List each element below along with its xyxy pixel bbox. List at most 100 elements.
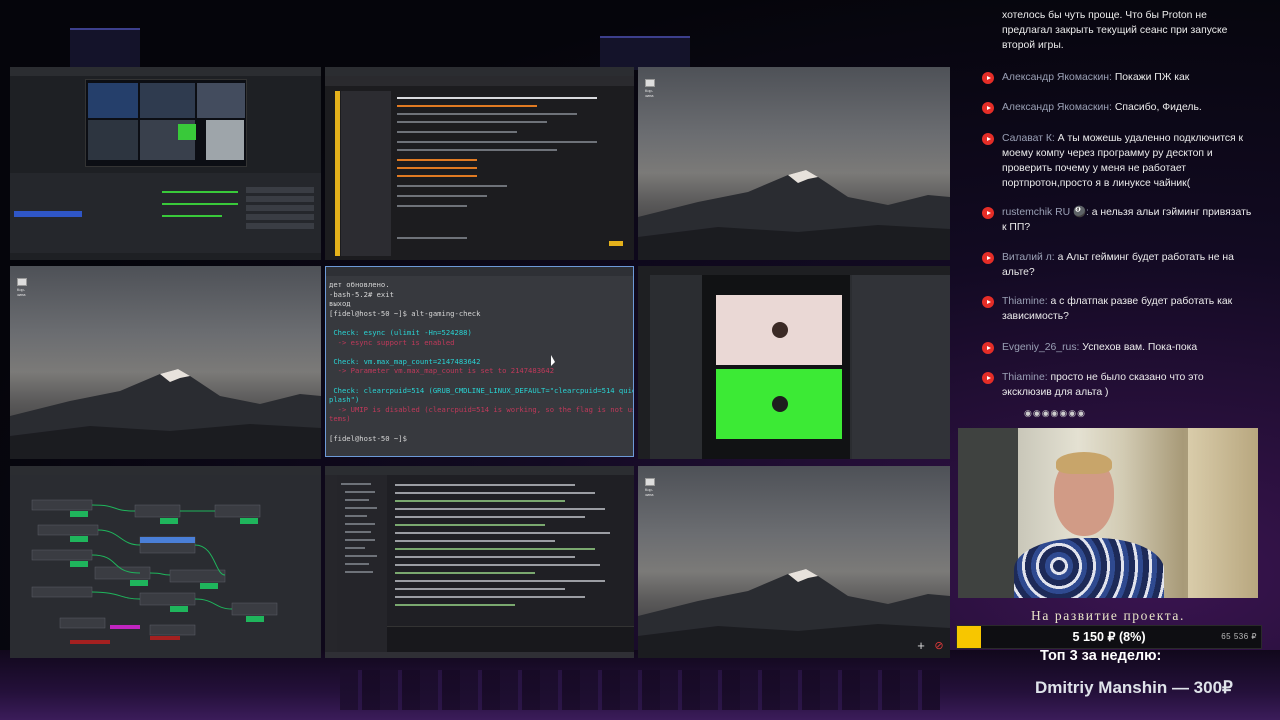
trash-icon[interactable]: Кор-зина: [645, 79, 657, 98]
chat-text: хотелось бы чуть проще. Что бы Proton не…: [1002, 10, 1228, 51]
chat-message-body: Thiamine: просто не было сказано что это…: [1002, 370, 1252, 400]
donation-goal-title: На развитие проекта.: [1031, 608, 1185, 623]
chat-author: Thiamine:: [1002, 372, 1051, 383]
chat-message: Виталий л: а Альт гейминг будет работать…: [982, 250, 1252, 280]
window-titlebar: [325, 67, 634, 76]
discord-chat: [852, 275, 950, 459]
chat-message: Александр Якомаскин: Покажи ПЖ как: [982, 70, 1252, 85]
discord-server-list: [638, 275, 650, 459]
webcam-feed: [958, 428, 1258, 598]
terminal-line: -> Parameter vm.max_map_count is set to …: [329, 366, 555, 376]
channel-logo: ◉◉◉◉◉◉◉: [1024, 408, 1086, 418]
terminal-line: -> UMIP is disabled (clearcpuid=514 is w…: [329, 404, 634, 414]
youtube-icon: [982, 296, 994, 308]
chat-author: Александр Якомаскин:: [1002, 72, 1115, 83]
chat-message-body: Thiamine: а с флатпак разве будет работа…: [1002, 294, 1252, 324]
trash-icon[interactable]: Кор-зина: [645, 478, 657, 497]
chat-message: Thiamine: просто не было сказано что это…: [982, 370, 1252, 400]
chat-text: Спасибо, Фидель.: [1114, 102, 1202, 113]
mountain-wallpaper: [638, 170, 950, 260]
chat-message-body: Салават К: А ты можешь удаленно подключи…: [1002, 131, 1252, 191]
skyline-building: [70, 28, 140, 68]
top-donors-heading: Топ 3 за неделю:: [1040, 648, 1162, 664]
live-chat: хотелось бы чуть проще. Что бы Proton не…: [974, 0, 1264, 420]
youtube-icon: [982, 133, 994, 145]
youtube-icon: [982, 342, 994, 354]
terminal-line: -> esync support is enabled: [329, 337, 455, 347]
chat-author: Александр Якомаскин:: [1002, 102, 1115, 113]
terminal-line: [fidel@host-50 ~]$ alt-gaming-check: [329, 308, 481, 318]
terminal-line: tems): [329, 414, 351, 424]
trash-icon[interactable]: Кор-зина: [17, 278, 29, 297]
obs-docks: [10, 173, 321, 253]
terminal-line: Check: vm.max_map_count=2147483642: [329, 356, 481, 366]
voice-participant: [716, 295, 842, 365]
window-titlebar: [325, 466, 634, 475]
chat-message: Thiamine: а с флатпак разве будет работа…: [982, 294, 1252, 324]
chat-message-body: rustemchik RU 🎱: а нельзя альи гэйминг п…: [1002, 205, 1252, 235]
remove-desktop-icon[interactable]: ⊘: [932, 639, 946, 653]
donation-amount: 5 150 ₽ (8%): [1072, 630, 1146, 644]
window-titlebar: [10, 67, 321, 76]
browser-sidebar-accent: [335, 91, 340, 256]
terminal-line: Check: clearcpuid=514 (GRUB_CMDLINE_LINU…: [329, 385, 634, 395]
chat-message-body: Виталий л: а Альт гейминг будет работать…: [1002, 250, 1252, 280]
skyline-building: [600, 36, 690, 70]
desktop-preview-empty[interactable]: Кор-зина: [10, 266, 321, 459]
desktop-preview-node-editor[interactable]: [10, 466, 321, 658]
chat-message-body: Evgeniy_26_rus: Успехов вам. Пока-пока: [1002, 340, 1252, 355]
terminal-line: дет обновлено.: [329, 280, 390, 289]
terminal-line: Check: esync (ulimit -Hn=524288): [329, 327, 472, 337]
top-donor-entry: Dmitriy Manshin — 300₽: [1035, 678, 1233, 697]
terminal-output[interactable]: дет обновлено. -bash-5.2# exit выход [fidel…: [326, 276, 633, 447]
desktop-preview-discord[interactable]: [638, 266, 950, 459]
virtual-desktops-grid: Кор-зина Кор-зина дет обновлено. -bash-5.…: [10, 67, 950, 658]
node-graph: [31, 499, 278, 644]
mountain-wallpaper: [638, 569, 950, 658]
desktop-preview-obs[interactable]: [10, 67, 321, 260]
terminal-line: выход: [329, 299, 351, 309]
chat-text: Покажи ПЖ как: [1114, 72, 1190, 83]
desktop-preview-code-editor[interactable]: [325, 466, 634, 658]
obs-preview-canvas: [85, 79, 247, 167]
chat-message: rustemchik RU 🎱: а нельзя альи гэйминг п…: [982, 205, 1252, 235]
donation-progress-bar: 5 150 ₽ (8%) 65 536 ₽: [956, 625, 1262, 649]
mountain-wallpaper: [10, 369, 321, 459]
youtube-icon: [982, 372, 994, 384]
chat-message: Evgeniy_26_rus: Успехов вам. Пока-пока: [982, 340, 1252, 355]
discord-channel-list: [650, 275, 700, 459]
chat-message-body: хотелось бы чуть проще. Что бы Proton не…: [1002, 8, 1252, 53]
youtube-icon: [982, 102, 994, 114]
chat-message-body: Александр Якомаскин: Покажи ПЖ как: [1002, 70, 1252, 85]
youtube-icon: [982, 252, 994, 264]
desktop-preview-browser[interactable]: [325, 67, 634, 260]
chat-message: Александр Якомаскин: Спасибо, Фидель.: [982, 100, 1252, 115]
desktop-preview-empty[interactable]: Кор-зина: [638, 67, 950, 260]
chat-message: хотелось бы чуть проще. Что бы Proton не…: [982, 8, 1252, 53]
chat-text: Успехов вам. Пока-пока: [1082, 342, 1198, 353]
discord-stage: [702, 275, 850, 459]
browser-toolbar: [325, 76, 634, 86]
desktop-preview-empty[interactable]: Кор-зина: [638, 466, 950, 658]
chat-author: Thiamine:: [1002, 296, 1051, 307]
terminal-titlebar: [326, 267, 633, 276]
terminal-line: -bash-5.2# exit: [329, 289, 394, 299]
desktop-preview-terminal[interactable]: дет обновлено. -bash-5.2# exit выход [fidel…: [325, 266, 634, 457]
chat-message-body: Александр Якомаскин: Спасибо, Фидель.: [1002, 100, 1252, 115]
editor-activity-bar: [325, 475, 337, 658]
chat-author: Салават К:: [1002, 133, 1058, 144]
mouse-cursor: [551, 355, 555, 366]
donation-goal-value: 65 536 ₽: [1221, 632, 1257, 641]
window-titlebar: [638, 266, 950, 275]
chat-author: Виталий л:: [1002, 252, 1058, 263]
add-desktop-icon[interactable]: +: [914, 639, 928, 653]
voice-participant: [716, 369, 842, 439]
terminal-line: [fidel@host-50 ~]$: [329, 433, 412, 443]
chat-message: Салават К: А ты можешь удаленно подключи…: [982, 131, 1252, 191]
window-titlebar: [10, 466, 321, 475]
terminal-line: plash"): [329, 395, 360, 405]
